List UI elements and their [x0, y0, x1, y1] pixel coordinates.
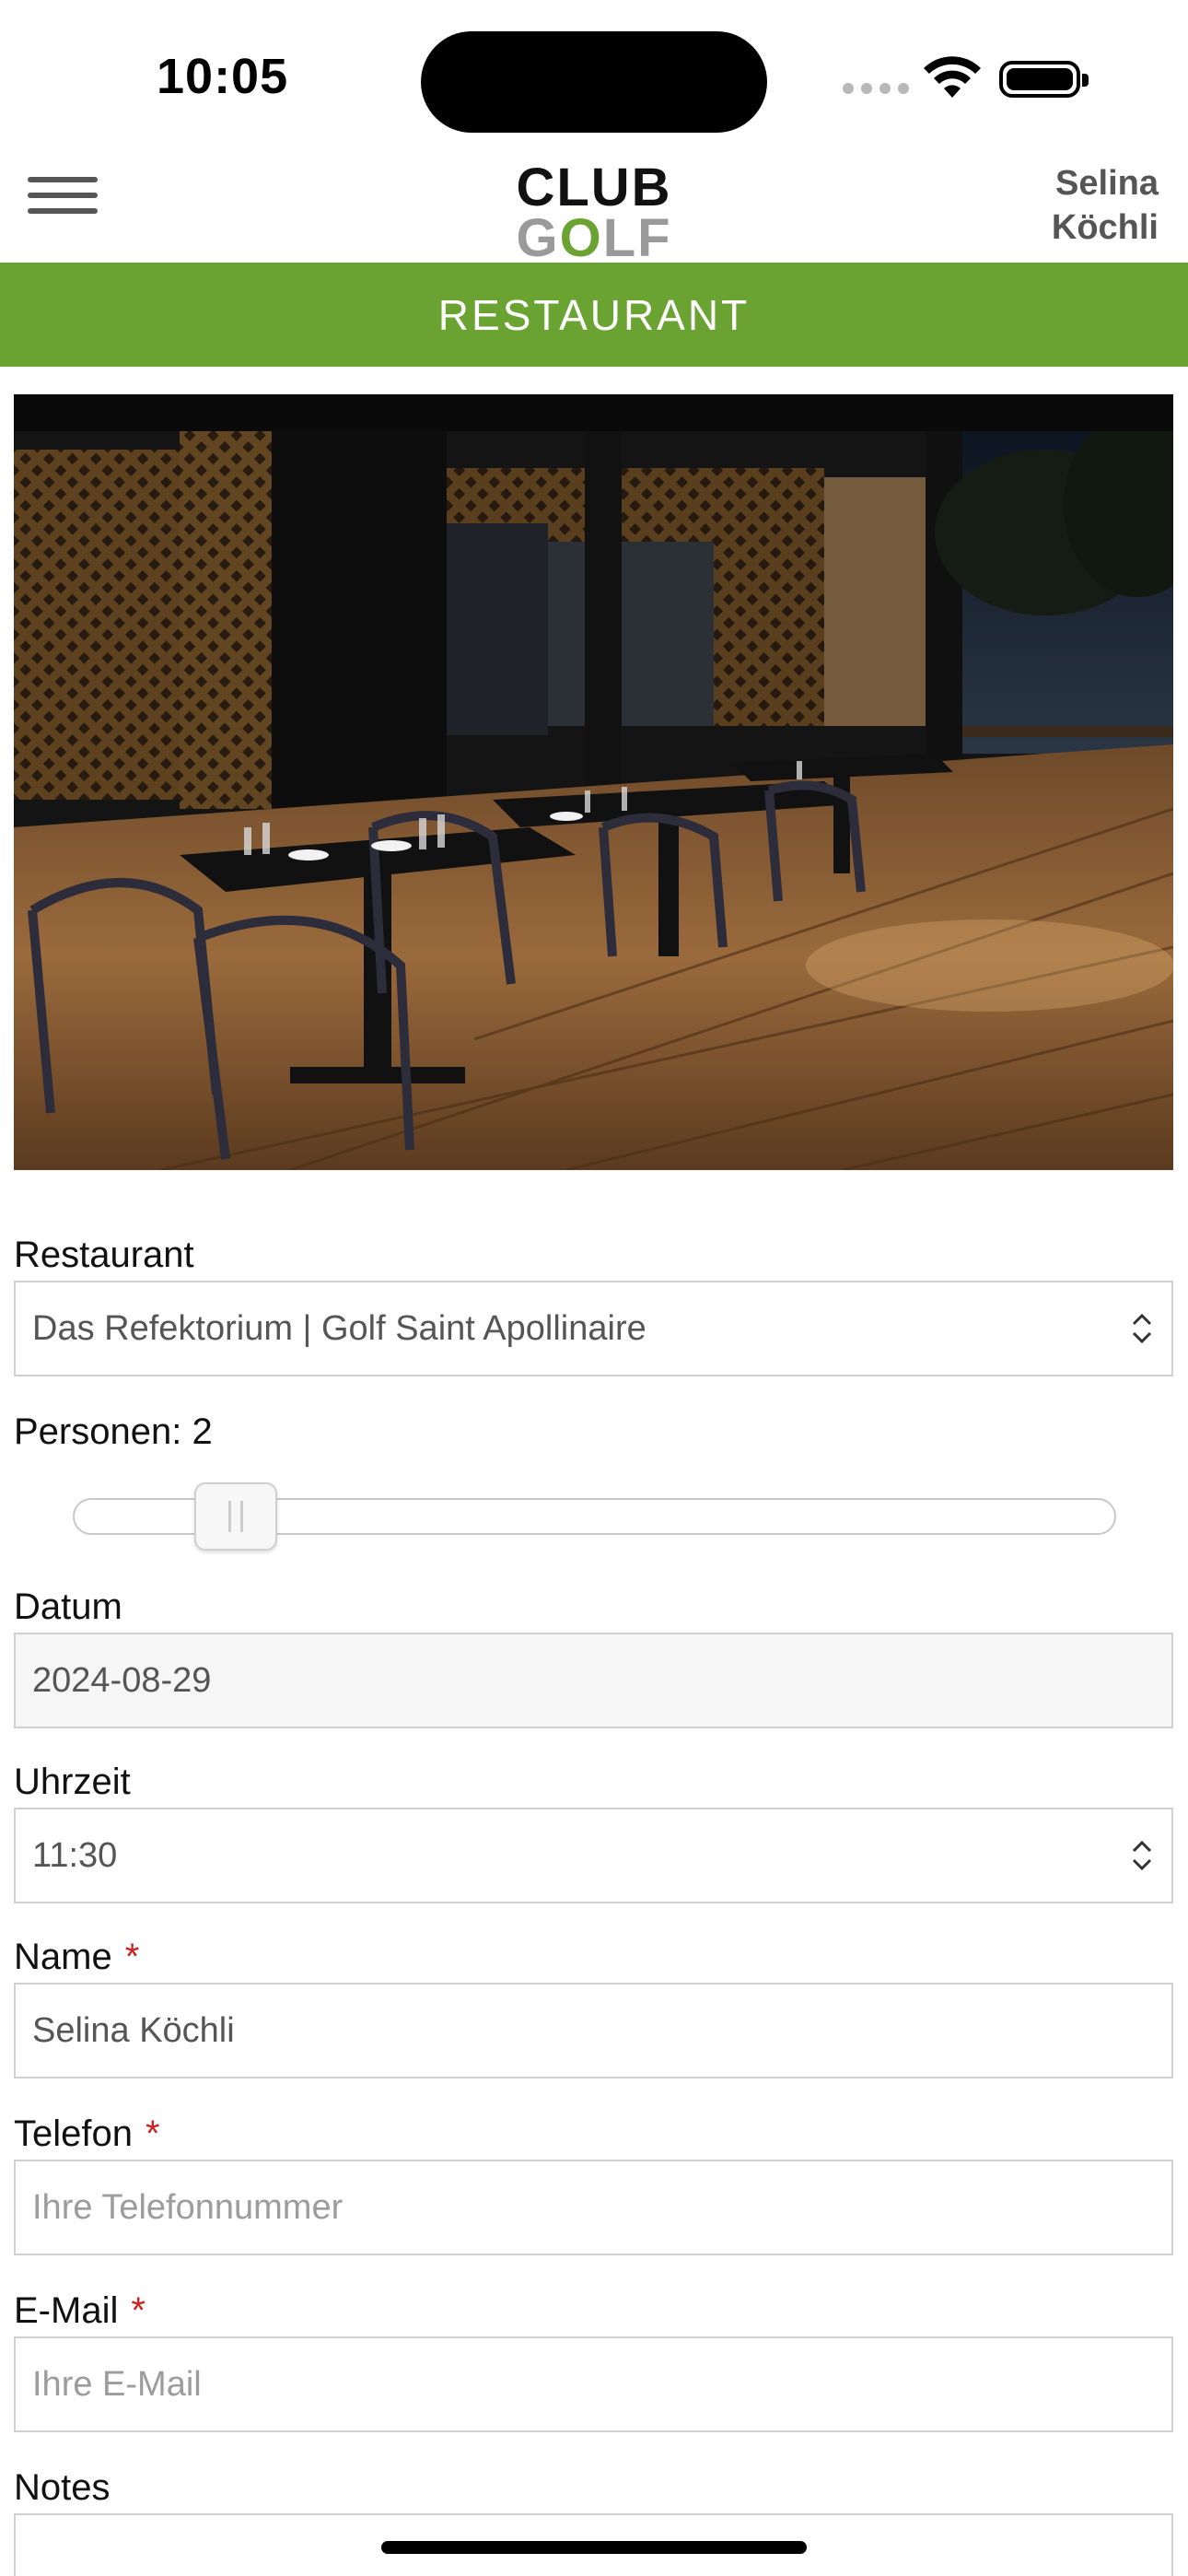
date-value: 2024-08-29	[32, 1660, 212, 1700]
email-placeholder: Ihre E-Mail	[32, 2364, 202, 2404]
page-title: RESTAURANT	[437, 290, 751, 339]
date-label: Datum	[14, 1587, 122, 1627]
wifi-icon	[924, 56, 981, 98]
restaurant-photo	[14, 394, 1173, 1170]
name-input[interactable]: Selina Köchli	[14, 1983, 1173, 2078]
email-label: E-Mail *	[14, 2290, 146, 2331]
cellular-signal-icon	[843, 83, 909, 94]
restaurant-select[interactable]: Das Refektorium | Golf Saint Apollinaire	[14, 1281, 1173, 1376]
persons-label: Personen: 2	[14, 1411, 213, 1452]
notes-label: Notes	[14, 2467, 111, 2508]
status-bar: 10:05	[0, 0, 1188, 157]
hamburger-menu-button[interactable]	[28, 168, 98, 223]
time-select[interactable]: 11:30	[14, 1808, 1173, 1903]
restaurant-label: Restaurant	[14, 1235, 194, 1275]
required-marker: *	[131, 2290, 146, 2331]
status-time: 10:05	[157, 49, 289, 104]
user-first-name: Selina	[1055, 164, 1159, 203]
chevron-updown-icon	[1132, 1313, 1152, 1344]
time-label: Uhrzeit	[14, 1762, 131, 1802]
phone-input[interactable]: Ihre Telefonnummer	[14, 2160, 1173, 2255]
phone-label: Telefon *	[14, 2113, 160, 2154]
name-label: Name *	[14, 1937, 140, 1977]
date-field[interactable]: 2024-08-29	[14, 1633, 1173, 1728]
user-last-name: Köchli	[1051, 207, 1159, 247]
dynamic-island	[421, 31, 767, 133]
battery-icon	[999, 61, 1089, 98]
home-indicator	[381, 2541, 807, 2554]
phone-placeholder: Ihre Telefonnummer	[32, 2187, 344, 2227]
page-title-banner: RESTAURANT	[0, 263, 1188, 367]
logo-line-2: GOLF	[516, 208, 672, 269]
restaurant-terrace-image	[14, 394, 1173, 1170]
required-marker: *	[145, 2113, 160, 2154]
time-select-value: 11:30	[32, 1835, 118, 1875]
restaurant-select-value: Das Refektorium | Golf Saint Apollinaire	[32, 1308, 646, 1348]
chevron-updown-icon	[1132, 1840, 1152, 1871]
email-input[interactable]: Ihre E-Mail	[14, 2336, 1173, 2432]
persons-slider-thumb[interactable]	[193, 1482, 277, 1551]
logo-line-1: CLUB	[516, 158, 672, 217]
user-name[interactable]: Selina Köchli	[974, 162, 1159, 250]
name-input-value: Selina Köchli	[32, 2010, 235, 2050]
club-golf-logo[interactable]: CLUB GOLF	[488, 158, 700, 269]
app-header: CLUB GOLF Selina Köchli	[0, 157, 1188, 269]
required-marker: *	[124, 1937, 140, 1977]
